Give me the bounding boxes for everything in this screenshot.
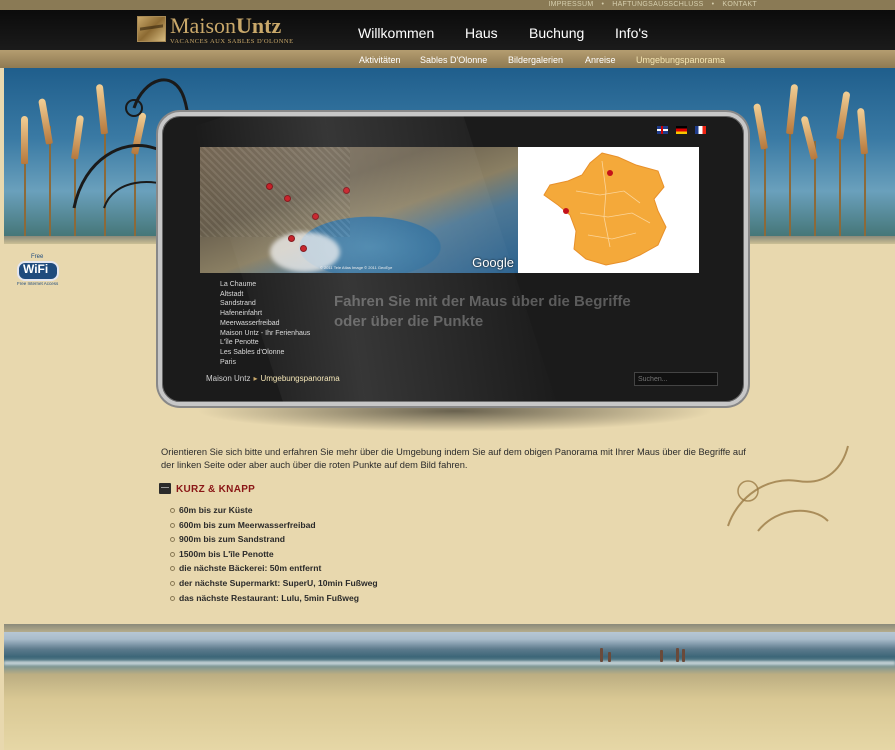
place-list: La Chaume Altstadt Sandstrand Hafeneinfa… (220, 280, 310, 367)
list-item: der nächste Supermarkt: SuperU, 10min Fu… (170, 576, 378, 591)
map-point[interactable] (284, 195, 291, 202)
place-ile-penotte[interactable]: L'île Penotte (220, 338, 310, 348)
header: MaisonUntz VACANCES AUX SABLES D'OLONNE … (0, 10, 895, 50)
logo-name: MaisonUntz (170, 13, 281, 39)
breadcrumb: Maison Untz ▸ Umgebungspanorama (206, 374, 340, 383)
map-point[interactable] (312, 213, 319, 220)
section-icon (159, 483, 171, 494)
place-hafeneinfahrt[interactable]: Hafeneinfahrt (220, 309, 310, 319)
nav-buchung[interactable]: Buchung (529, 25, 584, 41)
wifi-free-label: Free (31, 254, 44, 260)
nav-haus[interactable]: Haus (465, 25, 498, 41)
list-item: 1500m bis L'île Penotte (170, 547, 378, 562)
satellite-map[interactable]: © 2011 Tele Atlas Image © 2011 GeoEye Go… (200, 147, 518, 273)
english-flag-icon[interactable] (657, 126, 668, 134)
list-item: die nächste Bäckerei: 50m entfernt (170, 561, 378, 576)
section-title: KURZ & KNAPP (176, 484, 256, 495)
place-maison-untz[interactable]: Maison Untz - Ihr Ferienhaus (220, 329, 310, 339)
list-item: 600m bis zum Meerwasserfreibad (170, 518, 378, 533)
link-haftungsausschluss[interactable]: HAFTUNGSAUSSCHLUSS (612, 1, 703, 8)
place-les-sables[interactable]: Les Sables d'Olonne (220, 348, 310, 358)
wifi-sub-label: Free Internet Access (17, 281, 59, 286)
map-point[interactable] (288, 235, 295, 242)
footer-beach-image (4, 624, 895, 750)
language-flags (649, 126, 706, 144)
map-copyright: © 2011 Tele Atlas Image © 2011 GeoEye (320, 265, 393, 270)
place-la-chaume[interactable]: La Chaume (220, 280, 310, 290)
breadcrumb-arrow-icon: ▸ (253, 374, 258, 383)
breadcrumb-home[interactable]: Maison Untz (206, 374, 250, 383)
logo-name-bold: Untz (236, 13, 282, 38)
nav-infos[interactable]: Info's (615, 25, 648, 41)
logo-name-light: Maison (170, 13, 236, 38)
link-impressum[interactable]: IMPRESSUM (548, 1, 593, 8)
wifi-badge: Free WiFi Free Internet Access (17, 254, 59, 286)
panorama-device-frame: © 2011 Tele Atlas Image © 2011 GeoEye Go… (158, 112, 748, 406)
google-logo: Google (472, 255, 514, 270)
subnav-aktivitaeten[interactable]: Aktivitäten (359, 55, 401, 65)
map-point[interactable] (300, 245, 307, 252)
separator-dot: • (711, 1, 715, 8)
german-flag-icon[interactable] (676, 126, 687, 134)
facts-list: 60m bis zur Küste 600m bis zum Meerwasse… (170, 503, 378, 605)
map-point[interactable] (266, 183, 273, 190)
top-links: IMPRESSUM • HAFTUNGSAUSSCHLUSS • KONTAKT (544, 1, 761, 8)
france-overview-map[interactable] (518, 147, 699, 273)
french-flag-icon[interactable] (695, 126, 706, 134)
link-kontakt[interactable]: KONTAKT (722, 1, 757, 8)
map-point[interactable] (343, 187, 350, 194)
place-meerwasserfreibad[interactable]: Meerwasserfreibad (220, 319, 310, 329)
intro-text: Orientieren Sie sich bitte und erfahren … (161, 447, 746, 470)
logo[interactable]: MaisonUntz VACANCES AUX SABLES D'OLONNE (137, 13, 293, 50)
list-item: 900m bis zum Sandstrand (170, 532, 378, 547)
france-map-icon (543, 152, 667, 266)
panorama-hint: Fahren Sie mit der Maus über die Begriff… (334, 293, 631, 330)
breadcrumb-current: Umgebungspanorama (260, 374, 340, 383)
beach-person (608, 652, 611, 662)
subnav-umgebungspanorama[interactable]: Umgebungspanorama (636, 55, 725, 65)
list-item: das nächste Restaurant: Lulu, 5min Fußwe… (170, 591, 378, 606)
beach-person (682, 649, 685, 662)
nav-willkommen[interactable]: Willkommen (358, 25, 434, 41)
subnav-sables-dolonne[interactable]: Sables D'Olonne (420, 55, 487, 65)
beach-wave (4, 661, 895, 665)
place-paris[interactable]: Paris (220, 358, 310, 368)
place-sandstrand[interactable]: Sandstrand (220, 299, 310, 309)
search-input[interactable] (634, 372, 718, 386)
place-altstadt[interactable]: Altstadt (220, 290, 310, 300)
separator-dot: • (601, 1, 605, 8)
list-item: 60m bis zur Küste (170, 503, 378, 518)
logo-tagline: VACANCES AUX SABLES D'OLONNE (170, 38, 294, 45)
logo-mark-icon (137, 16, 166, 42)
sub-nav-bar: Aktivitäten Sables D'Olonne Bildergaleri… (0, 50, 895, 68)
beach-person (660, 650, 663, 662)
subnav-anreise[interactable]: Anreise (585, 55, 616, 65)
subnav-bildergalerien[interactable]: Bildergalerien (508, 55, 563, 65)
beach-person (600, 648, 603, 662)
beach-person (676, 648, 679, 662)
wifi-label: WiFi (23, 262, 49, 276)
